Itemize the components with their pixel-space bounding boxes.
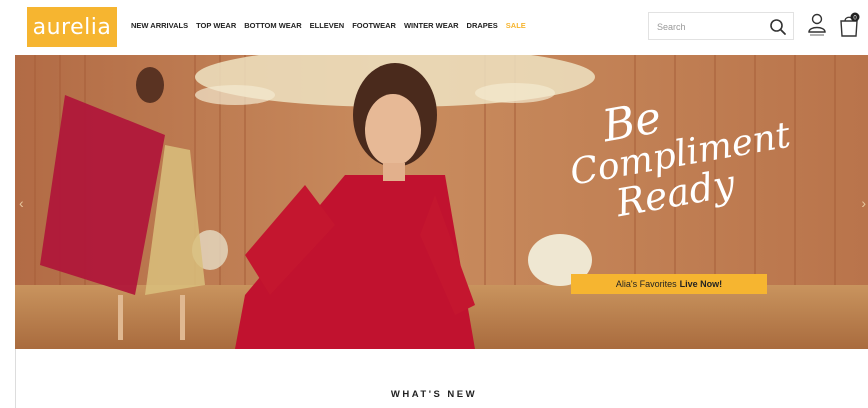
shopping-bag-icon: 0 (840, 12, 860, 37)
user-icon[interactable] (807, 12, 827, 38)
search-box (648, 12, 794, 40)
nav-footwear[interactable]: FOOTWEAR (352, 21, 396, 30)
chevron-right-icon[interactable]: › (861, 195, 866, 211)
search-icon[interactable] (769, 18, 787, 36)
brand-logo[interactable]: aurelia (27, 7, 117, 47)
cart-button[interactable]: 0 (838, 12, 860, 38)
section-title: WHAT'S NEW (390, 389, 478, 400)
cta-prefix: Alia's Favorites (615, 279, 677, 289)
nav-new-arrivals[interactable]: NEW ARRIVALS (131, 21, 188, 30)
nav-sale[interactable]: SALE (506, 21, 526, 30)
brand-logo-text: aurelia (32, 14, 112, 40)
chevron-left-icon[interactable]: ‹ (19, 195, 24, 211)
live-now-button[interactable]: Alia's Favorites Live Now! (571, 274, 767, 294)
nav-winter-wear[interactable]: WINTER WEAR (404, 21, 459, 30)
nav-elleven[interactable]: ELLEVEN (310, 21, 345, 30)
nav-bottom-wear[interactable]: BOTTOM WEAR (244, 21, 301, 30)
nav-top-wear[interactable]: TOP WEAR (196, 21, 236, 30)
cta-bold: Live Now! (679, 279, 723, 289)
main-nav: NEW ARRIVALS TOP WEAR BOTTOM WEAR ELLEVE… (131, 21, 526, 30)
search-input[interactable] (655, 19, 769, 35)
header: aurelia NEW ARRIVALS TOP WEAR BOTTOM WEA… (0, 0, 868, 55)
nav-drapes[interactable]: DRAPES (467, 21, 498, 30)
hero-banner[interactable]: ‹ › Be Compliment Ready Alia's Favorites… (15, 55, 868, 349)
